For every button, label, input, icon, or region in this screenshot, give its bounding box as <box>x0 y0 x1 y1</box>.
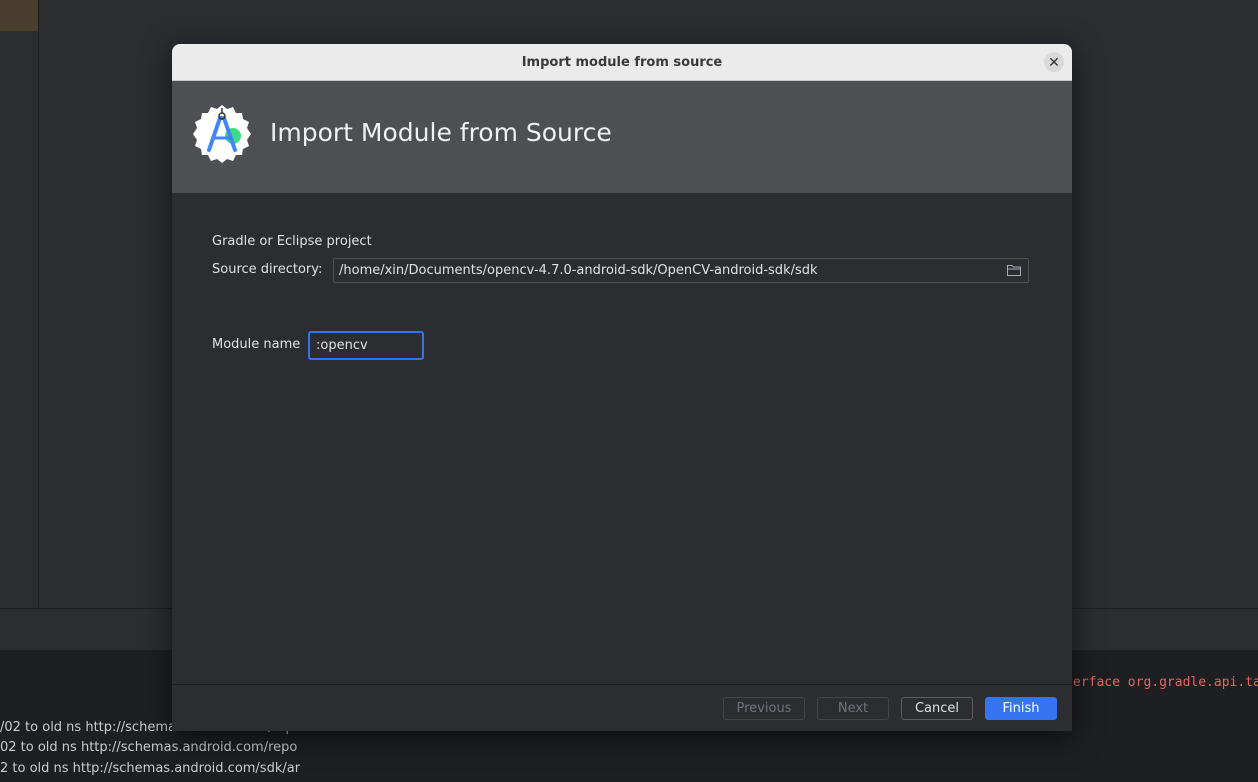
android-studio-logo-icon <box>193 105 251 163</box>
close-icon[interactable]: ✕ <box>1044 52 1064 72</box>
console-line: 02 to old ns http://schemas.android.com/… <box>0 740 298 755</box>
tool-window-strip <box>0 0 39 608</box>
console-line: 2 to old ns http://schemas.android.com/s… <box>0 761 301 776</box>
dialog-header-title: Import Module from Source <box>270 118 612 147</box>
dialog-header: Import Module from Source <box>172 81 1072 193</box>
section-label: Gradle or Eclipse project <box>212 234 372 249</box>
source-directory-input[interactable] <box>339 259 999 282</box>
module-name-label: Module name <box>212 337 301 352</box>
module-name-field <box>308 331 424 360</box>
source-directory-field <box>333 258 1029 283</box>
previous-button[interactable]: Previous <box>723 697 805 720</box>
source-directory-label: Source directory: <box>212 262 323 277</box>
cancel-button[interactable]: Cancel <box>901 697 973 720</box>
import-module-dialog: Import module from source ✕ Import Modul… <box>172 44 1072 731</box>
finish-button[interactable]: Finish <box>985 697 1057 720</box>
dialog-window-title: Import module from source <box>521 54 723 70</box>
dialog-titlebar[interactable]: Import module from source ✕ <box>172 44 1072 81</box>
module-name-input[interactable] <box>316 333 416 358</box>
active-tool-tab[interactable] <box>0 0 38 31</box>
next-button[interactable]: Next <box>817 697 889 720</box>
console-error-text: erface org.gradle.api.ta <box>1073 675 1258 690</box>
dialog-footer: Previous Next Cancel Finish <box>172 684 1072 731</box>
folder-icon[interactable] <box>1007 264 1021 276</box>
